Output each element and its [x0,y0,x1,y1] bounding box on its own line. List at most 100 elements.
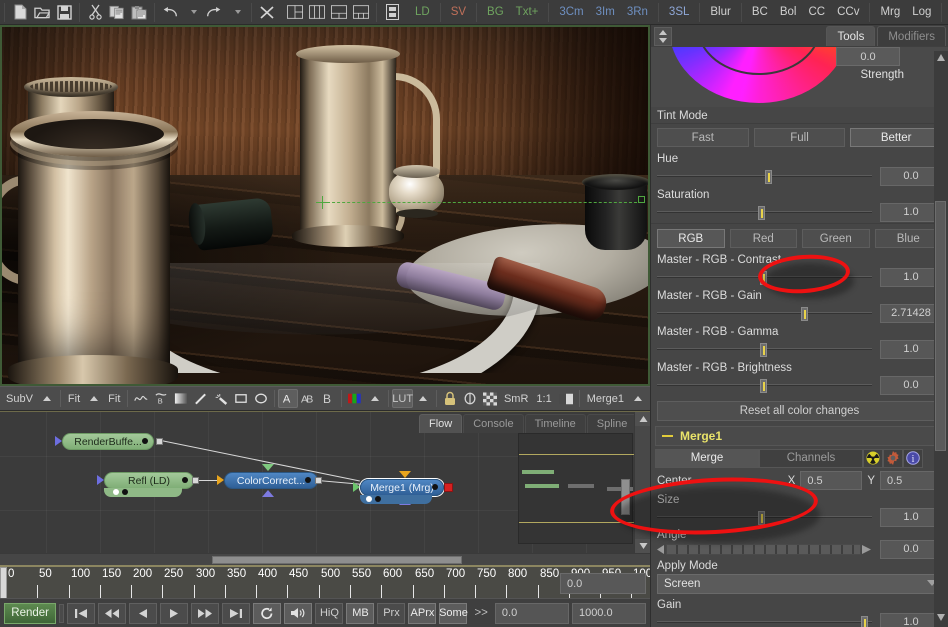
gamma-slider-track[interactable] [657,348,872,350]
hue-value-field[interactable]: 0.0 [880,167,942,186]
mb-toggle[interactable]: MB [346,603,374,624]
scroll-up-icon[interactable] [936,53,946,65]
current-frame-field[interactable]: 0.0 [560,573,646,594]
inspector-scroll-thumb[interactable] [935,201,946,451]
skip-to-end-button[interactable] [222,603,250,624]
scroll-down-icon[interactable] [936,613,946,625]
size-slider-thumb[interactable] [758,511,765,525]
tool-chip-mrg[interactable]: Mrg [874,2,906,23]
flow-vertical-scrollbar[interactable] [634,412,650,565]
minimap-scrollbar[interactable] [621,479,630,515]
tab-channels[interactable]: Channels [759,449,863,468]
merge-gain-slider-thumb[interactable] [861,616,868,627]
fit-mode-label[interactable]: Fit [64,389,84,408]
paste-icon[interactable] [128,2,150,23]
render-button[interactable]: Render [4,603,56,624]
tab-tools[interactable]: Tools [826,26,875,46]
tab-console[interactable]: Console [463,414,523,433]
tint-mode-full-button[interactable]: Full [754,128,846,147]
new-icon[interactable] [9,2,31,23]
contrast-value-field[interactable]: 1.0 [880,268,942,287]
apply-mode-dropdown[interactable]: Screen [657,574,942,594]
step-forward-fast-button[interactable] [191,603,219,624]
merge-gain-value-field[interactable]: 1.0 [880,613,942,627]
ellipse-icon[interactable] [251,389,271,408]
redo-dropdown-icon[interactable] [225,2,247,23]
merge-gain-slider-track[interactable] [657,621,872,623]
node-output-port[interactable] [192,477,199,484]
cut-icon[interactable] [84,2,106,23]
layout-4-icon[interactable] [350,2,372,23]
channel-blue-button[interactable]: Blue [875,229,943,248]
tool-chip-ccv[interactable]: CCv [831,2,865,23]
tool-chip-3rn[interactable]: 3Rn [621,2,654,23]
roi-icon[interactable] [460,389,480,408]
subview-dropdown-icon[interactable] [37,389,57,408]
flow-node-refl[interactable]: Refl (LD) [104,472,194,489]
node-output-port[interactable] [315,477,322,484]
flow-horizontal-scrollbar[interactable] [0,553,650,565]
viewer-node-dropdown-icon[interactable] [628,389,648,408]
fit-button[interactable]: Fit [104,389,124,408]
rgb-swatch-icon[interactable] [345,389,365,408]
curve-icon[interactable] [131,389,151,408]
radiation-icon[interactable] [863,449,883,468]
size-slider-track[interactable] [657,516,872,518]
some-toggle[interactable]: Some [439,603,467,624]
contrast-slider-thumb[interactable] [760,271,767,285]
gamma-value-field[interactable]: 1.0 [880,340,942,359]
node-output-port[interactable] [156,438,163,445]
brightness-value-field[interactable]: 0.0 [880,376,942,395]
node-view-indicator[interactable] [444,483,453,492]
tool-chip-bc[interactable]: BC [746,2,774,23]
strength-value-field[interactable]: 0.0 [836,47,900,66]
save-icon[interactable] [53,2,75,23]
channel-a-icon[interactable]: A [278,389,298,408]
reset-color-changes-button[interactable]: Reset all color changes [657,401,942,421]
split-icon[interactable] [556,389,576,408]
tab-modifiers[interactable]: Modifiers [877,26,946,46]
size-value-field[interactable]: 1.0 [880,508,942,527]
color-wheel-panel[interactable]: 0.0 Strength [651,47,948,107]
tool-chip-3sl[interactable]: 3SL [663,2,695,23]
node-toggle-dot[interactable] [375,496,381,502]
angle-dial[interactable] [657,544,872,555]
tab-merge[interactable]: Merge [655,449,759,468]
brightness-slider-thumb[interactable] [760,379,767,393]
tool-chip-sv[interactable]: SV [445,2,472,23]
layout-3-icon[interactable] [328,2,350,23]
undo-dropdown-icon[interactable] [181,2,203,23]
node-toggle-dot[interactable] [113,489,119,495]
line-icon[interactable] [191,389,211,408]
collapse-icon[interactable] [662,435,673,437]
saturation-slider-track[interactable] [657,211,872,213]
loop-button[interactable] [253,603,281,624]
selection-center-handle[interactable] [316,196,329,209]
gamma-slider-thumb[interactable] [760,343,767,357]
hiq-toggle[interactable]: HiQ [315,603,343,624]
range-start-field[interactable]: 0.0 [495,603,569,624]
lut-button[interactable]: LUT [392,389,413,408]
scroll-up-icon[interactable] [635,412,650,426]
wand-icon[interactable] [211,389,231,408]
hue-slider-track[interactable] [657,175,872,177]
channel-green-button[interactable]: Green [802,229,870,248]
lut-dropdown-icon[interactable] [413,389,433,408]
layout-1-icon[interactable] [284,2,306,23]
saturation-slider-thumb[interactable] [758,206,765,220]
play-button[interactable] [160,603,188,624]
brightness-slider-track[interactable] [657,384,872,386]
audio-button[interactable] [284,603,312,624]
inspector-scrollbar[interactable] [934,51,948,627]
tab-spline[interactable]: Spline [587,414,638,433]
flow-node-renderbuffer[interactable]: RenderBuffe... [62,433,154,450]
image-viewer[interactable] [0,25,650,386]
checker-icon[interactable] [480,389,500,408]
tab-flow[interactable]: Flow [419,414,462,433]
smr-button[interactable]: SmR [500,389,532,408]
inspector-spinner-icon[interactable] [654,27,672,46]
tool-chip-bg[interactable]: BG [481,2,510,23]
flow-node-colorcorrect[interactable]: ColorCorrect... [224,472,318,489]
scroll-down-icon[interactable] [635,539,650,553]
node-toggle-dot[interactable] [122,489,128,495]
